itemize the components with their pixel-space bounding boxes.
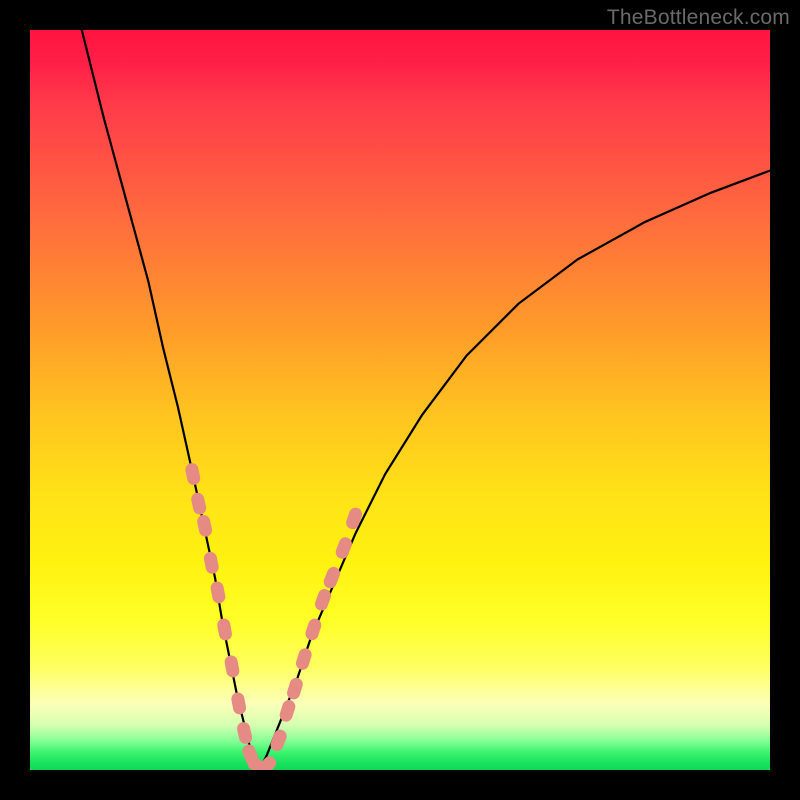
marker-point [304,617,323,642]
marker-point [294,647,313,672]
marker-point [190,491,208,515]
marker-group [184,462,364,770]
marker-point [230,691,247,715]
marker-point [334,535,354,560]
marker-point [344,506,364,531]
marker-point [285,676,304,701]
marker-point [224,654,241,678]
marker-point [209,580,226,604]
marker-point [322,565,342,590]
curve-right-branch [259,171,770,770]
line-right [259,171,770,770]
marker-point [216,617,233,641]
chart-frame: TheBottleneck.com [0,0,800,800]
marker-point [236,721,254,745]
watermark-text: TheBottleneck.com [607,6,790,30]
marker-point [203,551,220,575]
marker-point [196,514,213,538]
chart-svg [30,30,770,770]
marker-point [184,462,201,486]
plot-area [30,30,770,770]
